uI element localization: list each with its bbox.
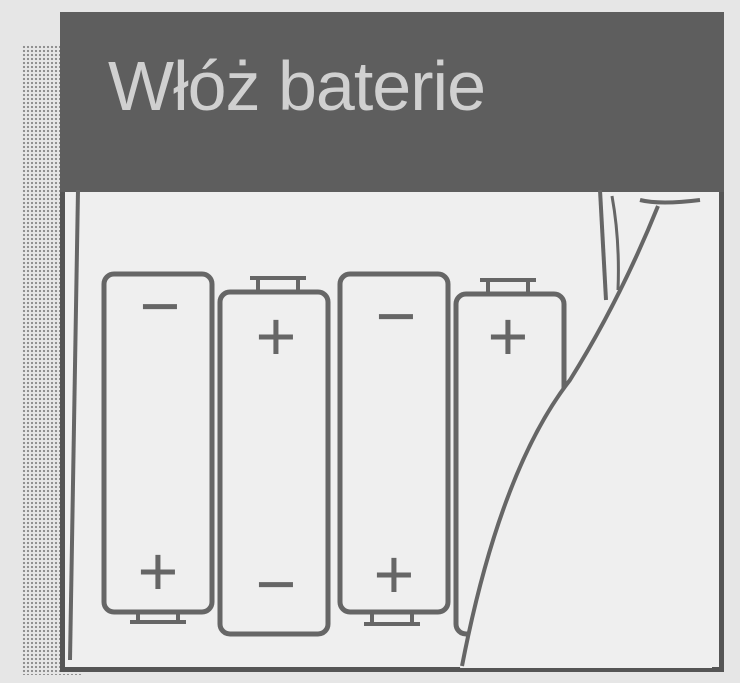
battery-3: − + (337, 271, 451, 626)
battery-3-bottom-symbol: + (374, 535, 415, 613)
battery-compartment-illustration: − + + − − + + (68, 189, 712, 668)
compartment-left-wall (68, 189, 80, 661)
cover-hinge-line (610, 195, 620, 291)
battery-2: + − (217, 276, 331, 637)
battery-2-top-symbol: + (256, 297, 297, 375)
compartment-right-wall (598, 189, 608, 301)
battery-1-top-symbol: − (140, 267, 181, 345)
battery-1-bottom-symbol: + (138, 532, 179, 610)
cover-edge (639, 198, 701, 205)
battery-3-top-symbol: − (376, 277, 417, 355)
battery-2-bottom-symbol: − (256, 545, 297, 623)
battery-4-top-symbol: + (488, 297, 529, 375)
battery-1: − + (101, 267, 215, 624)
